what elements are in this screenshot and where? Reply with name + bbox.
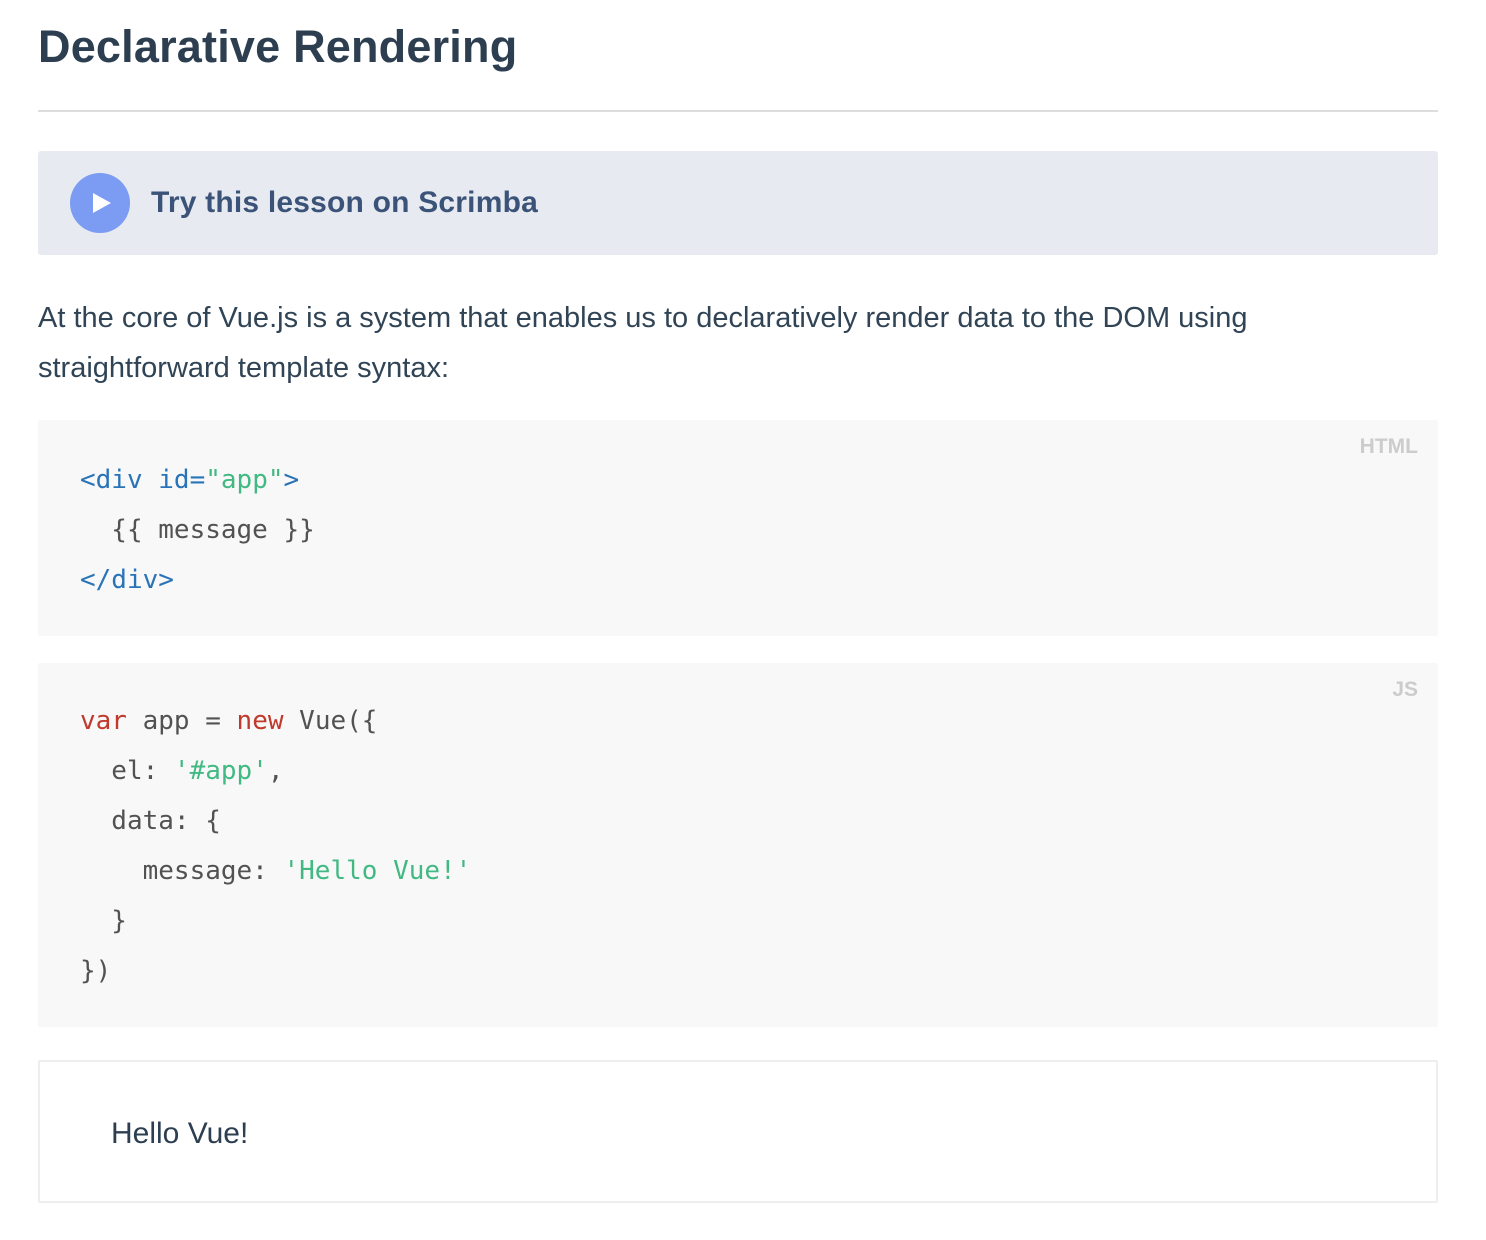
intro-paragraph: At the core of Vue.js is a system that e… xyxy=(38,302,1248,384)
code-token: app = xyxy=(126,706,237,736)
code-token: el: xyxy=(80,756,174,786)
html-code-block: HTML <div id="app"> {{ message }} </div> xyxy=(38,420,1438,636)
code-token: Vue({ xyxy=(283,706,378,736)
code-token: id= xyxy=(158,465,206,495)
code-line: <div id="app"> xyxy=(80,465,299,495)
page-title: Declarative Rendering xyxy=(38,21,518,72)
code-token: data: { xyxy=(80,806,221,836)
code-line: {{ message }} xyxy=(80,515,315,545)
code-line: message: 'Hello Vue!' xyxy=(80,856,472,886)
code-token: "app" xyxy=(205,465,284,495)
code-token: new xyxy=(236,706,284,736)
code-token: message: xyxy=(80,856,284,886)
code-token: <div xyxy=(80,465,143,495)
js-code-block: JS var app = new Vue({ el: '#app', data:… xyxy=(38,663,1438,1027)
scrimba-lesson-link[interactable]: Try this lesson on Scrimba xyxy=(38,151,1438,255)
code-content: var app = new Vue({ el: '#app', data: { … xyxy=(80,696,1438,996)
code-token: '#app' xyxy=(173,756,268,786)
scrimba-link-label[interactable]: Try this lesson on Scrimba xyxy=(151,186,538,220)
code-line: } xyxy=(80,906,127,936)
code-line: </div> xyxy=(80,565,174,595)
code-token: {{ message }} xyxy=(80,515,315,545)
title-divider xyxy=(38,110,1438,112)
play-icon xyxy=(70,173,130,233)
code-token: 'Hello Vue!' xyxy=(283,856,472,886)
code-line: el: '#app', xyxy=(80,756,284,786)
code-line: var app = new Vue({ xyxy=(80,706,377,736)
code-line: }) xyxy=(80,956,111,986)
code-line: data: { xyxy=(80,806,221,836)
demo-output-box: Hello Vue! xyxy=(38,1060,1438,1203)
code-token: var xyxy=(80,706,127,736)
code-token: > xyxy=(283,465,300,495)
code-token: }) xyxy=(80,956,112,986)
code-token: </div> xyxy=(80,565,174,595)
code-token: } xyxy=(80,906,127,936)
code-language-label: JS xyxy=(1392,678,1418,701)
code-token: , xyxy=(267,756,284,786)
demo-output-text: Hello Vue! xyxy=(111,1117,249,1150)
play-triangle-icon xyxy=(93,193,111,213)
code-content: <div id="app"> {{ message }} </div> xyxy=(80,455,1438,605)
content-section: Declarative Rendering Try this lesson on… xyxy=(38,0,1438,1203)
code-language-label: HTML xyxy=(1359,435,1418,458)
